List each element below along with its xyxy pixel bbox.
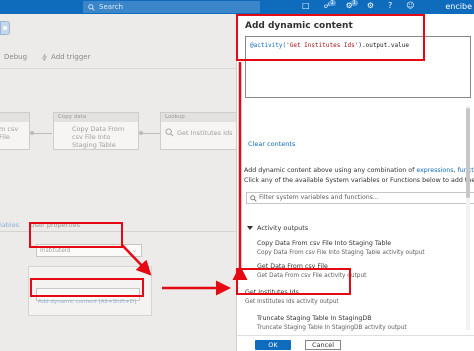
activity-outputs-header[interactable]: Activity outputs — [247, 224, 308, 232]
cancel-button[interactable]: Cancel — [305, 340, 341, 350]
lookup-icon — [165, 128, 174, 137]
panel-scrollbar[interactable] — [466, 106, 470, 330]
activity-copy-data[interactable]: Copy data Copy Data From csv File Into S… — [53, 112, 139, 150]
debug-button[interactable]: Debug — [4, 53, 27, 61]
section-label: Activity outputs — [257, 224, 309, 232]
filter-input[interactable]: Filter system variables and functions... — [246, 192, 474, 204]
help-icon[interactable]: ⚙ — [367, 1, 374, 10]
top-bar: Search □ ☍ 1 ⚙ 1 ⚙ ? ☺ encibe — [0, 0, 474, 14]
annotation-box-variable — [29, 222, 123, 248]
activity-header — [0, 113, 29, 122]
activity-get-data[interactable]: m csv File — [0, 112, 30, 150]
tab-variables[interactable]: iables — [0, 221, 19, 229]
chevron-down-icon: ⌄ — [131, 247, 137, 254]
activity-label: m csv File — [0, 125, 19, 141]
brand-text: encibe — [445, 2, 472, 11]
filter-search-icon — [250, 195, 257, 202]
top-icons: □ ☍ 1 ⚙ 1 ⚙ ? ☺ — [302, 0, 415, 10]
output-sub: Get Institutes Ids activity output — [245, 298, 339, 305]
question-icon[interactable]: ? — [388, 1, 392, 10]
activity-label-row: Get Institutes Ids — [161, 122, 239, 140]
output-sub: Truncate Staging Table In StagingDB acti… — [257, 324, 407, 331]
connector-line — [34, 133, 52, 134]
scrollbar-thumb[interactable] — [466, 108, 470, 198]
activity-lookup[interactable]: Lookup Get Institutes Ids — [160, 112, 240, 150]
pipeline-nodes: m csv File Copy data Copy Data From csv … — [0, 112, 240, 172]
annotation-box-output — [236, 268, 351, 295]
activity-header: Lookup — [161, 113, 239, 122]
add-trigger-button[interactable]: Add trigger — [41, 53, 90, 61]
connector-line — [143, 133, 160, 134]
screen: Search □ ☍ 1 ⚙ 1 ⚙ ? ☺ encibe Debug Add tr… — [0, 0, 474, 351]
pipeline-canvas: Debug Add trigger m csv File Copy data C… — [0, 14, 240, 351]
collapse-triangle-icon — [247, 226, 253, 230]
output-sub: Copy Data From csv File Into Staging Tab… — [257, 249, 425, 256]
activity-header: Copy data — [54, 113, 138, 122]
dynamic-content-panel: Add dynamic content @activity('Get Insti… — [236, 14, 474, 351]
panel-footer: OK Cancel — [237, 335, 474, 351]
annotation-box-dynamic-link — [30, 278, 144, 297]
cloud-shell-icon[interactable]: □ — [302, 1, 310, 10]
description-line-2: Click any of the available System variab… — [244, 176, 474, 184]
output-item[interactable]: Truncate Staging Table In StagingDB Trun… — [257, 315, 407, 332]
feedback-icon[interactable]: ☺ — [406, 1, 414, 10]
filter-placeholder: Filter system variables and functions... — [259, 194, 379, 201]
description-line-1: Add dynamic content above using any comb… — [244, 166, 474, 176]
settings-icon[interactable]: ⚙ 1 — [346, 0, 358, 10]
search-placeholder: Search — [99, 3, 124, 11]
search-box[interactable]: Search — [83, 1, 260, 13]
expressions-link[interactable]: expressions — [416, 167, 453, 174]
notifications-icon[interactable]: ☍ 1 — [324, 0, 336, 10]
settings-badge: 1 — [350, 0, 358, 6]
pipeline-toolbar: Debug Add trigger — [0, 50, 90, 64]
variable-name-value: InstituteId — [40, 247, 71, 254]
search-icon — [88, 3, 95, 11]
add-trigger-label: Add trigger — [51, 53, 91, 61]
clear-contents-link[interactable]: Clear contents — [248, 140, 295, 148]
output-name: Truncate Staging Table In StagingDB — [257, 315, 372, 322]
toolbar-divider — [0, 68, 236, 69]
panel-description: Add dynamic content above using any comb… — [244, 166, 474, 185]
ok-button[interactable]: OK — [255, 340, 291, 350]
tab-strip — [0, 18, 236, 38]
add-dynamic-content-link[interactable]: Add dynamic content [Alt+Shift+D] — [38, 299, 136, 305]
output-item[interactable]: Copy Data From csv File Into Staging Tab… — [257, 240, 425, 257]
output-name: Copy Data From csv File Into Staging Tab… — [257, 240, 392, 247]
pipeline-tab[interactable] — [0, 21, 10, 35]
description-text: Add dynamic content above using any comb… — [244, 167, 417, 174]
notification-badge: 1 — [328, 0, 336, 6]
add-trigger-icon — [41, 53, 48, 61]
activity-label: Get Institutes Ids — [177, 128, 233, 137]
activity-label: Copy Data From csv File Into Staging Tab… — [72, 125, 125, 149]
annotation-box-expression — [236, 14, 425, 61]
